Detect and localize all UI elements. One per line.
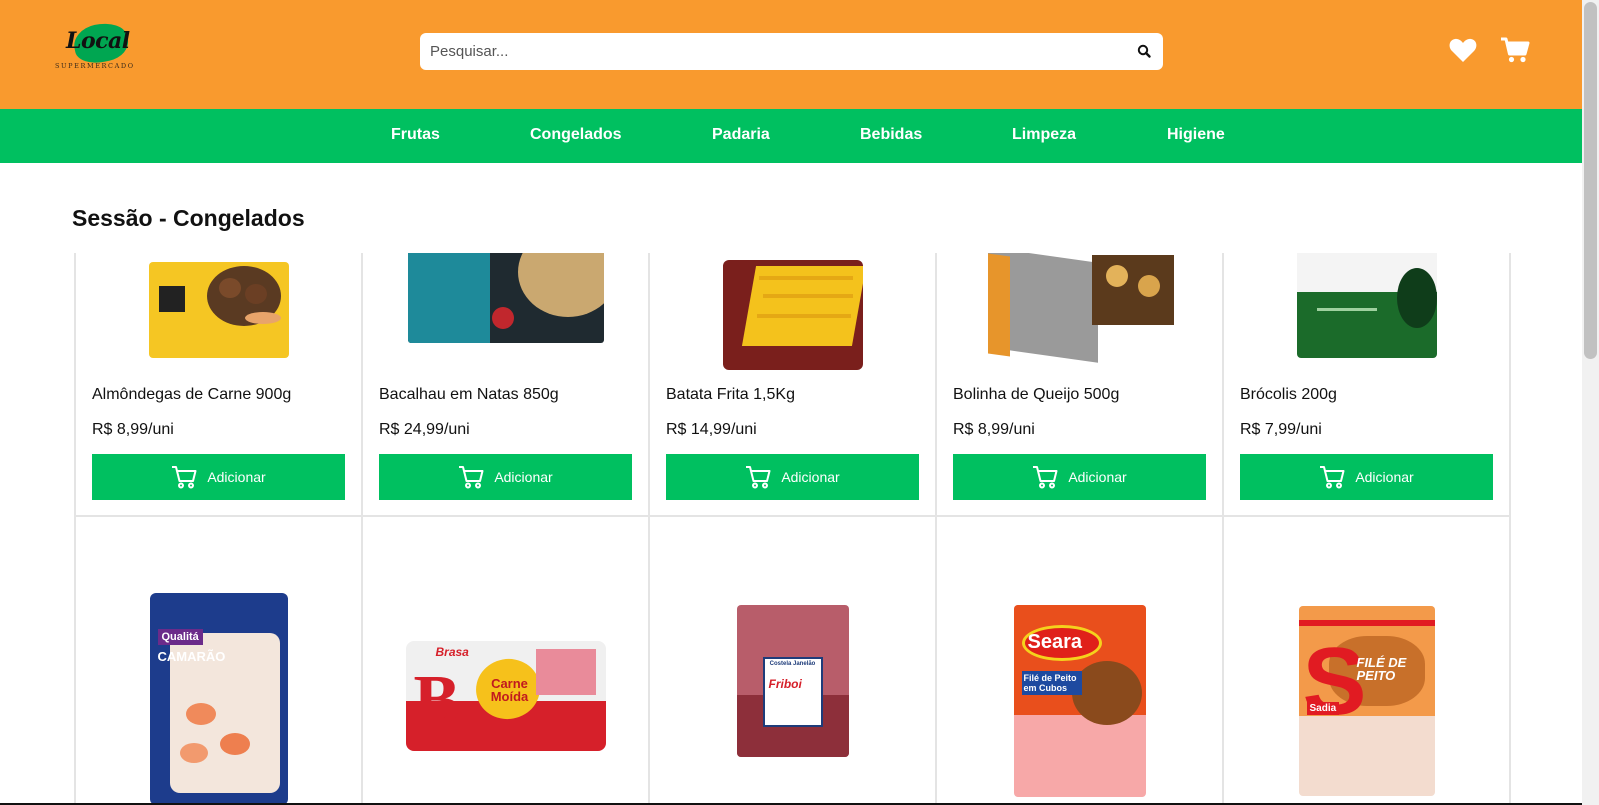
product-name: Brócolis 200g (1240, 386, 1337, 403)
package-brand: Brasa (435, 645, 469, 659)
add-to-cart-button[interactable]: Adicionar (1240, 454, 1493, 500)
scrollbar-thumb[interactable] (1584, 2, 1597, 359)
search-input[interactable] (420, 33, 1120, 70)
product-grid: Almôndegas de Carne 900g R$ 8,99/uni Adi… (74, 253, 1511, 805)
product-image: S Sadia FILÉ DE PEITO (1240, 561, 1493, 805)
package-brand: Sadia (1306, 702, 1340, 715)
section-title: Sessão - Congelados (72, 205, 305, 231)
product-card: Seara Filé de Peito em Cubos (937, 517, 1224, 805)
product-price: R$ 24,99/uni (379, 421, 470, 438)
logo-tagline: SUPERMERCADO (55, 62, 135, 70)
product-image (1240, 253, 1493, 363)
product-image: Qualitá CAMARÃO (92, 561, 345, 805)
package-label: Carne Moída (490, 676, 529, 704)
header: Local SUPERMERCADO (0, 0, 1582, 109)
product-card: Bacalhau em Natas 850g R$ 24,99/uni Adic… (363, 253, 650, 517)
add-button-label: Adicionar (207, 469, 266, 485)
cart-icon (1320, 466, 1345, 489)
nav-item-frutas[interactable]: Frutas (391, 126, 440, 144)
product-name: Bacalhau em Natas 850g (379, 386, 559, 403)
logo-name: Local (66, 28, 130, 54)
add-button-label: Adicionar (1355, 469, 1414, 485)
product-price: R$ 14,99/uni (666, 421, 757, 438)
product-card: Batata Frita 1,5Kg R$ 14,99/uni Adiciona… (650, 253, 937, 517)
product-image: Friboi Costela Janelão (666, 561, 919, 805)
package-label: Filé de Peito em Cubos (1021, 671, 1082, 695)
add-to-cart-button[interactable]: Adicionar (92, 454, 345, 500)
cart-icon (459, 466, 484, 489)
product-name: Bolinha de Queijo 500g (953, 386, 1120, 403)
nav-item-higiene[interactable]: Higiene (1167, 126, 1225, 144)
cart-icon (172, 466, 197, 489)
add-to-cart-button[interactable]: Adicionar (953, 454, 1206, 500)
product-image (92, 253, 345, 363)
product-card: S Sadia FILÉ DE PEITO (1224, 517, 1511, 805)
nav-item-congelados[interactable]: Congelados (530, 126, 622, 144)
product-name: Almôndegas de Carne 900g (92, 386, 292, 403)
product-price: R$ 8,99/uni (953, 421, 1035, 438)
logo[interactable]: Local SUPERMERCADO (52, 18, 152, 72)
nav-item-limpeza[interactable]: Limpeza (1012, 126, 1076, 144)
nav-item-bebidas[interactable]: Bebidas (860, 126, 922, 144)
page-scrollbar[interactable] (1582, 0, 1599, 805)
product-card: Qualitá CAMARÃO (76, 517, 363, 805)
heart-icon[interactable] (1448, 36, 1478, 64)
product-image (953, 253, 1206, 363)
package-label: Costela Janelão (769, 661, 816, 667)
product-name: Batata Frita 1,5Kg (666, 386, 795, 403)
package-brand: Seara (1027, 631, 1083, 653)
product-card: Almôndegas de Carne 900g R$ 8,99/uni Adi… (76, 253, 363, 517)
package-brand: Friboi (768, 677, 802, 691)
product-grid-viewport: Almôndegas de Carne 900g R$ 8,99/uni Adi… (74, 253, 1511, 805)
search-bar (420, 33, 1163, 70)
add-button-label: Adicionar (494, 469, 553, 485)
add-button-label: Adicionar (1068, 469, 1127, 485)
product-image (666, 253, 919, 370)
product-price: R$ 8,99/uni (92, 421, 174, 438)
product-price: R$ 7,99/uni (1240, 421, 1322, 438)
product-card: B Brasa Carne Moída (363, 517, 650, 805)
add-to-cart-button[interactable]: Adicionar (666, 454, 919, 500)
cart-icon[interactable] (1500, 36, 1530, 64)
package-brand: Qualitá (157, 629, 203, 645)
product-card: Friboi Costela Janelão (650, 517, 937, 805)
category-nav: Frutas Congelados Padaria Bebidas Limpez… (0, 109, 1582, 163)
package-label: CAMARÃO (157, 649, 226, 664)
product-image: B Brasa Carne Moída (379, 561, 632, 805)
product-image (379, 253, 632, 363)
cart-icon (1033, 466, 1058, 489)
product-card: Brócolis 200g R$ 7,99/uni Adicionar (1224, 253, 1511, 517)
cart-icon (746, 466, 771, 489)
add-button-label: Adicionar (781, 469, 840, 485)
add-to-cart-button[interactable]: Adicionar (379, 454, 632, 500)
nav-item-padaria[interactable]: Padaria (712, 126, 770, 144)
package-label: FILÉ DE PEITO (1356, 655, 1407, 683)
product-card: Bolinha de Queijo 500g R$ 8,99/uni Adici… (937, 253, 1224, 517)
search-icon[interactable] (1135, 42, 1155, 62)
product-image: Seara Filé de Peito em Cubos (953, 561, 1206, 805)
